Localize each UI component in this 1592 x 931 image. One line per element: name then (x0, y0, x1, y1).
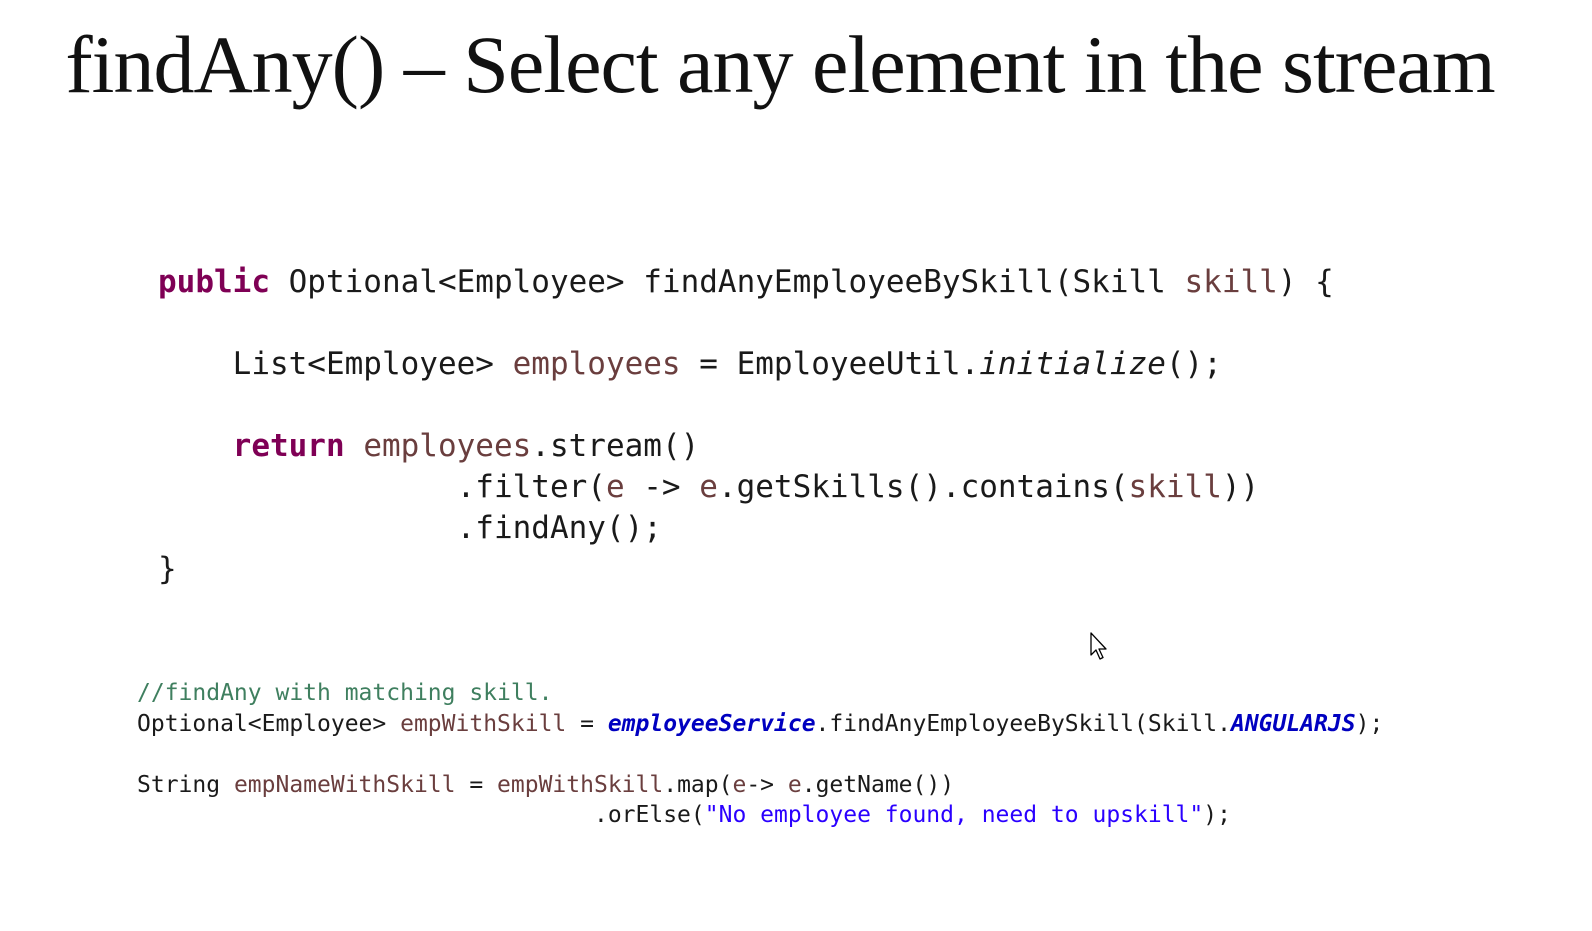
keyword-return: return (232, 428, 345, 464)
code-line-optional: Optional<Employee> empWithSkill = employ… (137, 710, 1384, 737)
code-line-orelse: .orElse("No employee found, need to upsk… (593, 802, 1231, 828)
slide-title: findAny() – Select any element in the st… (65, 19, 1495, 110)
code-line-return: return employees.stream() (232, 428, 700, 464)
code-line-filter: .filter(e -> e.getSkills().contains(skil… (456, 469, 1260, 505)
code-comment: //findAny with matching skill. (137, 680, 553, 706)
code-line-list-init: List<Employee> employees = EmployeeUtil.… (232, 346, 1222, 382)
code-line-string-map: String empNameWithSkill = empWithSkill.m… (137, 771, 955, 798)
code-line-close-brace: } (158, 551, 177, 587)
string-literal: "No employee found, need to upskill" (704, 802, 1204, 828)
code-line-findany: .findAny(); (456, 510, 662, 546)
usage-code-block: //findAny with matching skill. Optional<E… (137, 678, 1383, 831)
var-employees: employees (512, 346, 681, 382)
method-code-block: public Optional<Employee> findAnyEmploye… (158, 262, 1334, 590)
param-skill: skill (1184, 264, 1278, 300)
enum-angularjs: ANGULARJS (1230, 710, 1356, 737)
mouse-cursor-icon (1090, 632, 1107, 660)
field-employee-service: employeeService (607, 710, 816, 737)
static-method-initialize: initialize (979, 346, 1166, 382)
code-line-signature: public Optional<Employee> findAnyEmploye… (158, 264, 1334, 300)
keyword-public: public (158, 264, 270, 300)
